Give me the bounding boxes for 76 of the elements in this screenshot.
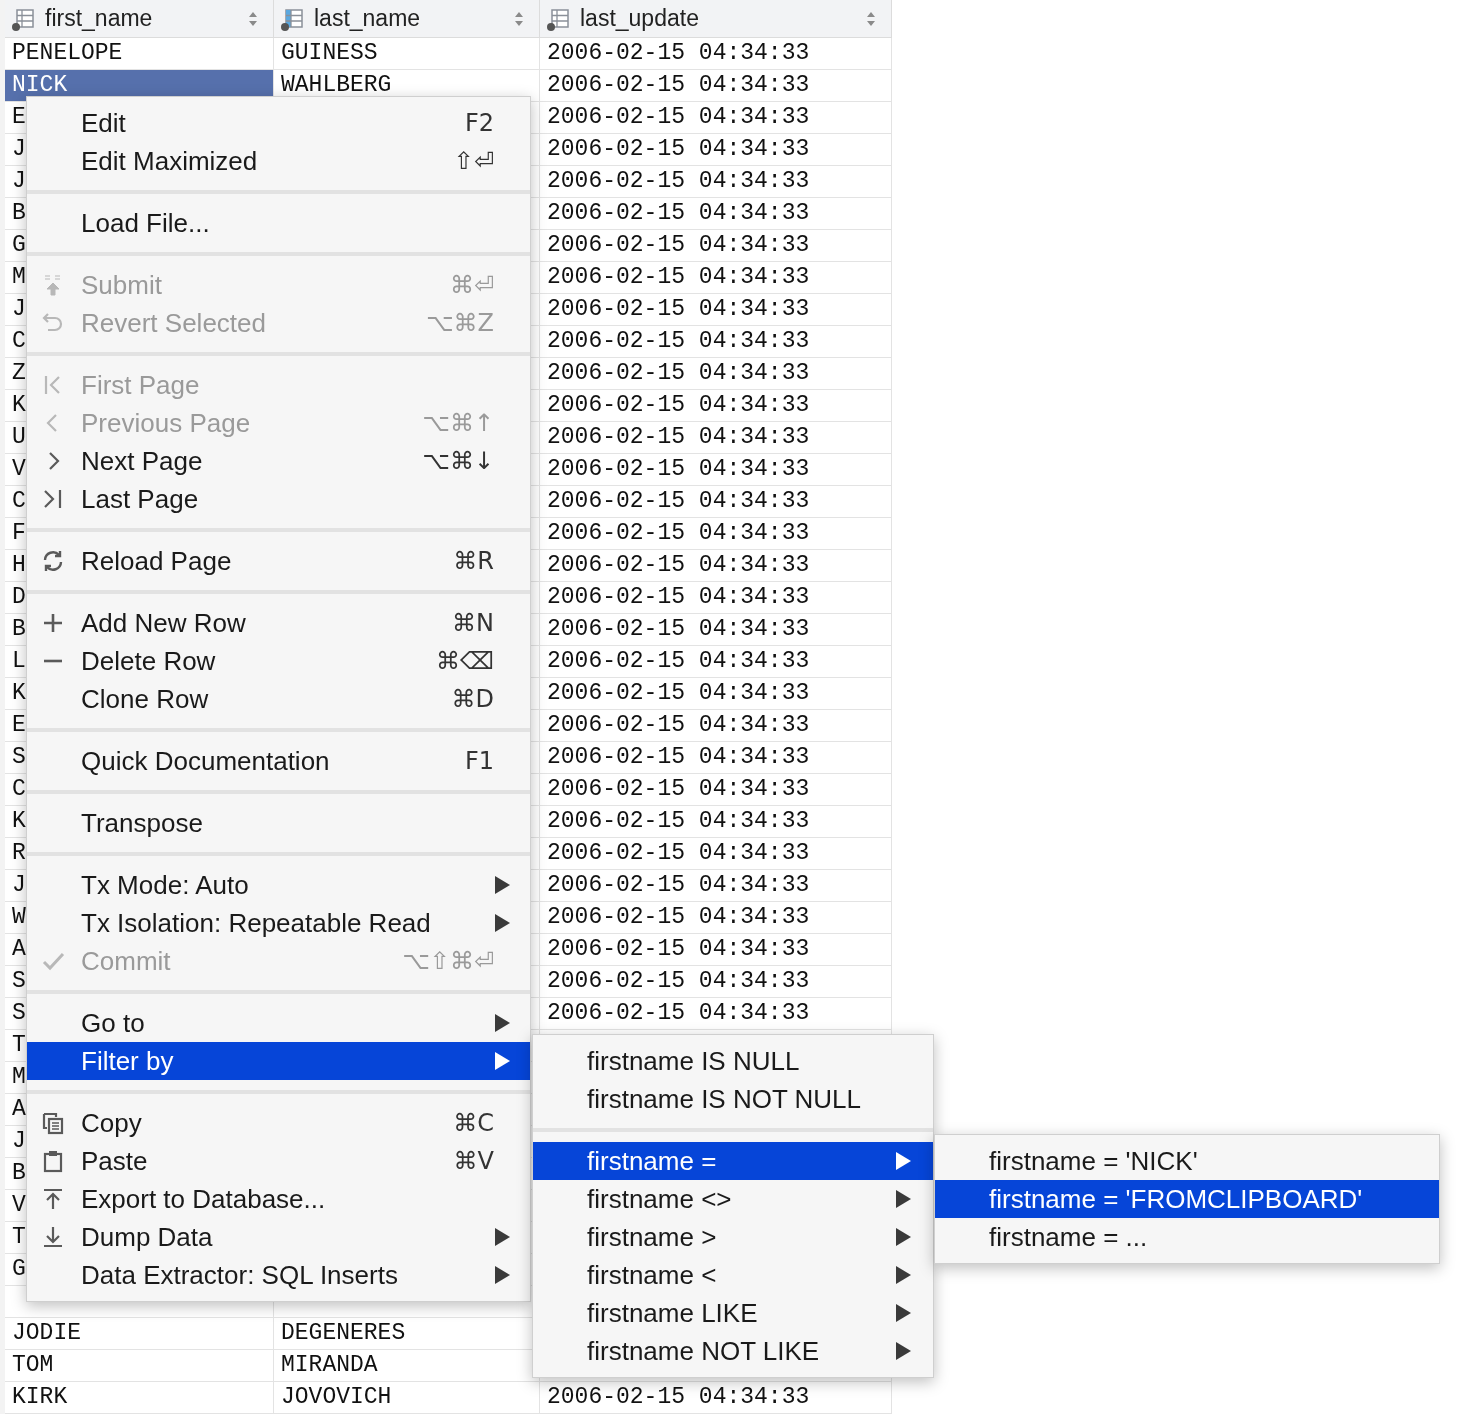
table-cell: 2006-02-15 04:34:33 <box>540 70 892 102</box>
copy-icon <box>41 1111 65 1135</box>
shortcut-label: F2 <box>464 109 494 137</box>
plus-icon <box>41 611 65 635</box>
table-cell: 2006-02-15 04:34:33 <box>540 870 892 902</box>
table-cell: 2006-02-15 04:34:33 <box>540 774 892 806</box>
table-cell: 2006-02-15 04:34:33 <box>540 934 892 966</box>
table-cell: 2006-02-15 04:34:33 <box>540 262 892 294</box>
table-cell: 2006-02-15 04:34:33 <box>540 166 892 198</box>
table-cell: JODIE <box>5 1318 274 1350</box>
table-cell: 2006-02-15 04:34:33 <box>540 646 892 678</box>
shortcut-label: ⌥⇧⌘⏎ <box>402 947 494 975</box>
column-label: last_name <box>314 5 422 32</box>
table-cell: 2006-02-15 04:34:33 <box>540 134 892 166</box>
shortcut-label: ⌘⌫ <box>436 647 494 675</box>
table-cell: 2006-02-15 04:34:33 <box>540 358 892 390</box>
table-cell: 2006-02-15 04:34:33 <box>540 614 892 646</box>
shortcut-label: F1 <box>464 747 494 775</box>
column-label: last_update <box>580 5 700 32</box>
clipboard-icon <box>41 1149 65 1173</box>
table-cell: GUINESS <box>274 38 540 70</box>
shortcut-label: ⇧⏎ <box>453 147 494 175</box>
table-cell: 2006-02-15 04:34:33 <box>540 102 892 134</box>
table-cell: 2006-02-15 04:34:33 <box>540 838 892 870</box>
shortcut-label: ⌘D <box>451 685 494 713</box>
menu-item[interactable]: Filter by <box>27 1042 530 1080</box>
column-header[interactable]: last_name <box>274 0 540 38</box>
table-cell: 2006-02-15 04:34:33 <box>540 390 892 422</box>
table-cell: 2006-02-15 04:34:33 <box>540 422 892 454</box>
column-header[interactable]: last_update <box>540 0 892 38</box>
shortcut-label: ⌘C <box>453 1109 494 1137</box>
table-cell: MIRANDA <box>274 1350 540 1382</box>
shortcut-label: ⌥⌘↑ <box>422 409 494 437</box>
shortcut-label: ⌥⌘Z <box>425 309 494 337</box>
table-cell: 2006-02-15 04:34:33 <box>540 454 892 486</box>
table-cell: 2006-02-15 04:34:33 <box>540 230 892 262</box>
minus-icon <box>41 659 65 663</box>
table-cell: 2006-02-15 04:34:33 <box>540 742 892 774</box>
table-cell: 2006-02-15 04:34:33 <box>540 38 892 70</box>
table-cell: JOVOVICH <box>274 1382 540 1414</box>
table-cell: TOM <box>5 1350 274 1382</box>
menu-item[interactable]: firstname = 'FROMCLIPBOARD' <box>935 1180 1439 1218</box>
table-cell: PENELOPE <box>5 38 274 70</box>
menu-item[interactable]: firstname IS NULL <box>533 1042 933 1080</box>
shortcut-label: ⌘N <box>452 609 494 637</box>
reload-icon <box>41 549 65 573</box>
table-cell: KIRK <box>5 1382 274 1414</box>
table-cell: 2006-02-15 04:34:33 <box>540 1382 892 1414</box>
menu-item[interactable]: firstname IS NOT NULL <box>533 1080 933 1118</box>
menu-item[interactable]: firstname = <box>533 1142 933 1180</box>
shortcut-label: ⌘R <box>453 547 494 575</box>
table-cell: 2006-02-15 04:34:33 <box>540 518 892 550</box>
table-cell: 2006-02-15 04:34:33 <box>540 582 892 614</box>
menu-item[interactable]: firstname > <box>533 1218 933 1256</box>
table-cell: 2006-02-15 04:34:33 <box>540 710 892 742</box>
menu-item[interactable]: firstname = 'NICK' <box>935 1142 1439 1180</box>
download-icon <box>41 1225 65 1249</box>
column-header[interactable]: first_name <box>5 0 274 38</box>
table-cell: 2006-02-15 04:34:33 <box>540 806 892 838</box>
table-cell: 2006-02-15 04:34:33 <box>540 326 892 358</box>
table-cell: 2006-02-15 04:34:33 <box>540 678 892 710</box>
table-cell: 2006-02-15 04:34:33 <box>540 902 892 934</box>
table-cell: 2006-02-15 04:34:33 <box>540 294 892 326</box>
table-cell: 2006-02-15 04:34:33 <box>540 998 892 1030</box>
shortcut-label: ⌥⌘↓ <box>422 447 494 475</box>
menu-item[interactable]: firstname = ... <box>935 1218 1439 1256</box>
table-cell: 2006-02-15 04:34:33 <box>540 486 892 518</box>
menu-item[interactable]: firstname < <box>533 1256 933 1294</box>
table-cell: 2006-02-15 04:34:33 <box>540 550 892 582</box>
upload-icon <box>41 1187 65 1211</box>
column-label: first_name <box>45 5 154 32</box>
shortcut-label: ⌘V <box>453 1147 494 1175</box>
table-cell: 2006-02-15 04:34:33 <box>540 198 892 230</box>
shortcut-label: ⌘⏎ <box>449 271 494 299</box>
table-cell: 2006-02-15 04:34:33 <box>540 966 892 998</box>
menu-item[interactable]: firstname <> <box>533 1180 933 1218</box>
